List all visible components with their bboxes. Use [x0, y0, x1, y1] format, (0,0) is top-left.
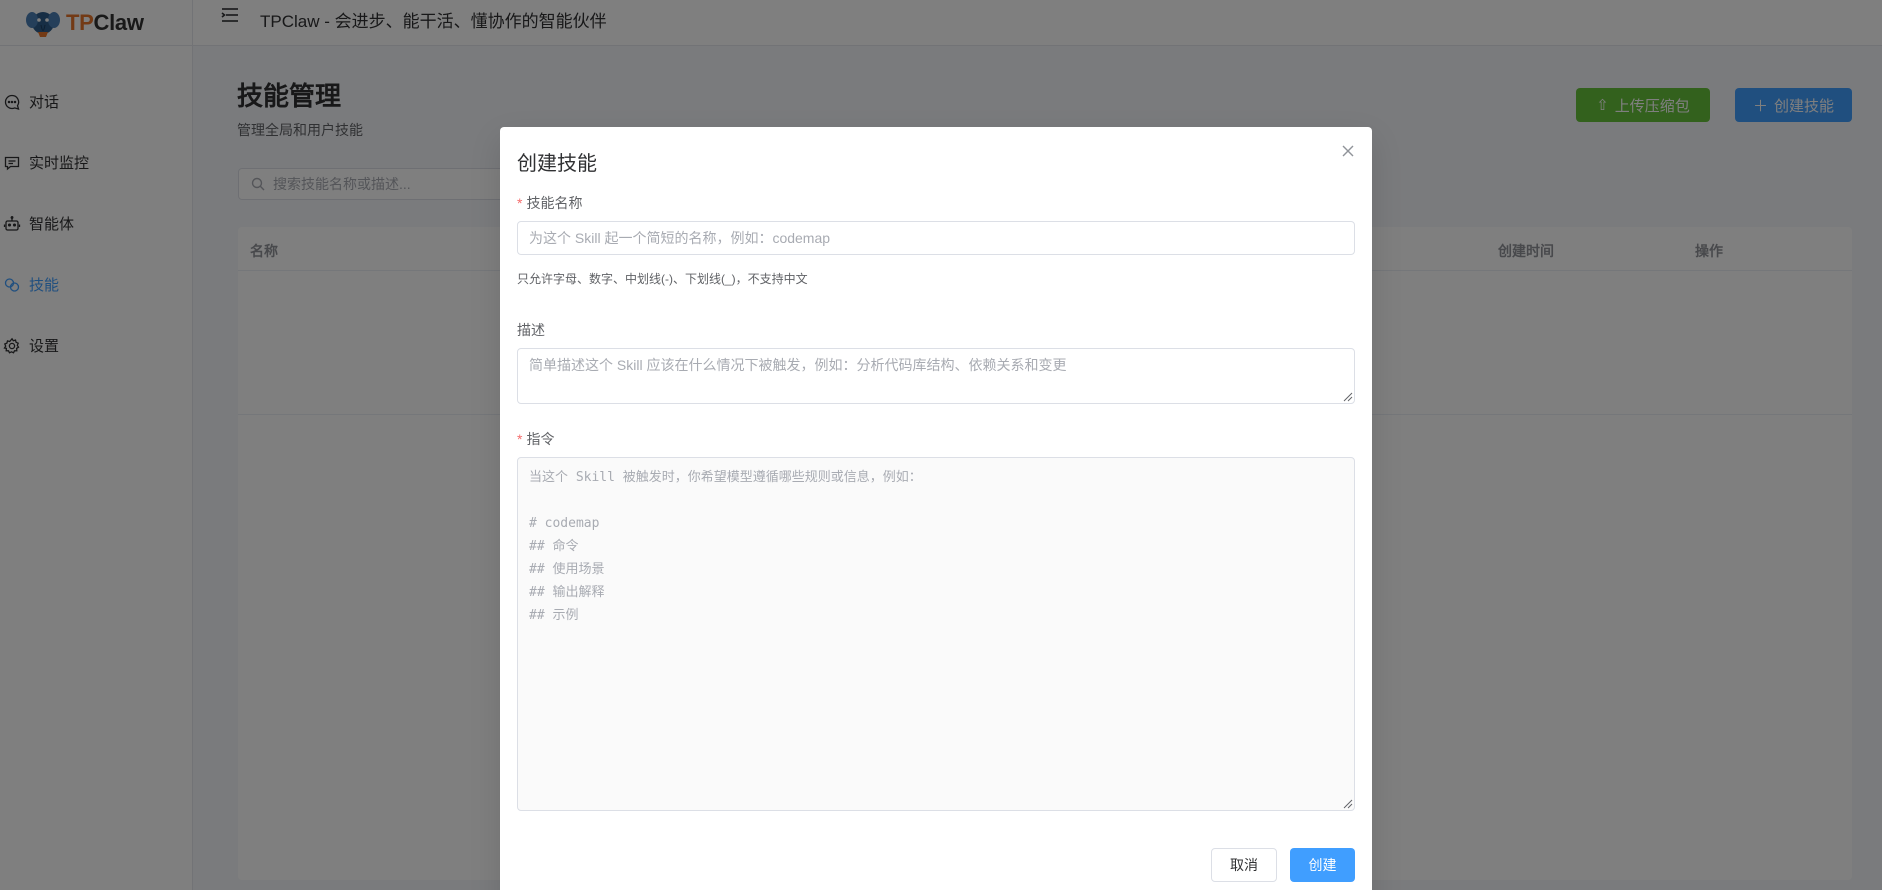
- cancel-button[interactable]: 取消: [1211, 848, 1277, 882]
- skill-name-hint: 只允许字母、数字、中划线(-)、下划线(_)，不支持中文: [517, 272, 808, 286]
- resize-handle-icon[interactable]: [1343, 392, 1353, 402]
- skill-name-input[interactable]: [517, 221, 1355, 255]
- required-asterisk: *: [517, 431, 523, 447]
- required-asterisk: *: [517, 195, 523, 211]
- resize-handle-icon[interactable]: [1343, 799, 1353, 809]
- instruction-textarea[interactable]: [517, 457, 1355, 811]
- create-button[interactable]: 创建: [1290, 848, 1355, 882]
- description-label: 描述: [517, 322, 545, 338]
- dialog-title: 创建技能: [517, 153, 597, 175]
- instruction-label: * 指令: [517, 431, 555, 447]
- description-textarea[interactable]: [517, 348, 1355, 404]
- create-skill-dialog: 创建技能 *技能名称 只允许字母、数字、中划线(-)、下划线(_)，不支持中文 …: [500, 127, 1372, 890]
- skill-name-label: * 技能名称: [517, 195, 583, 211]
- close-icon[interactable]: [1340, 143, 1356, 159]
